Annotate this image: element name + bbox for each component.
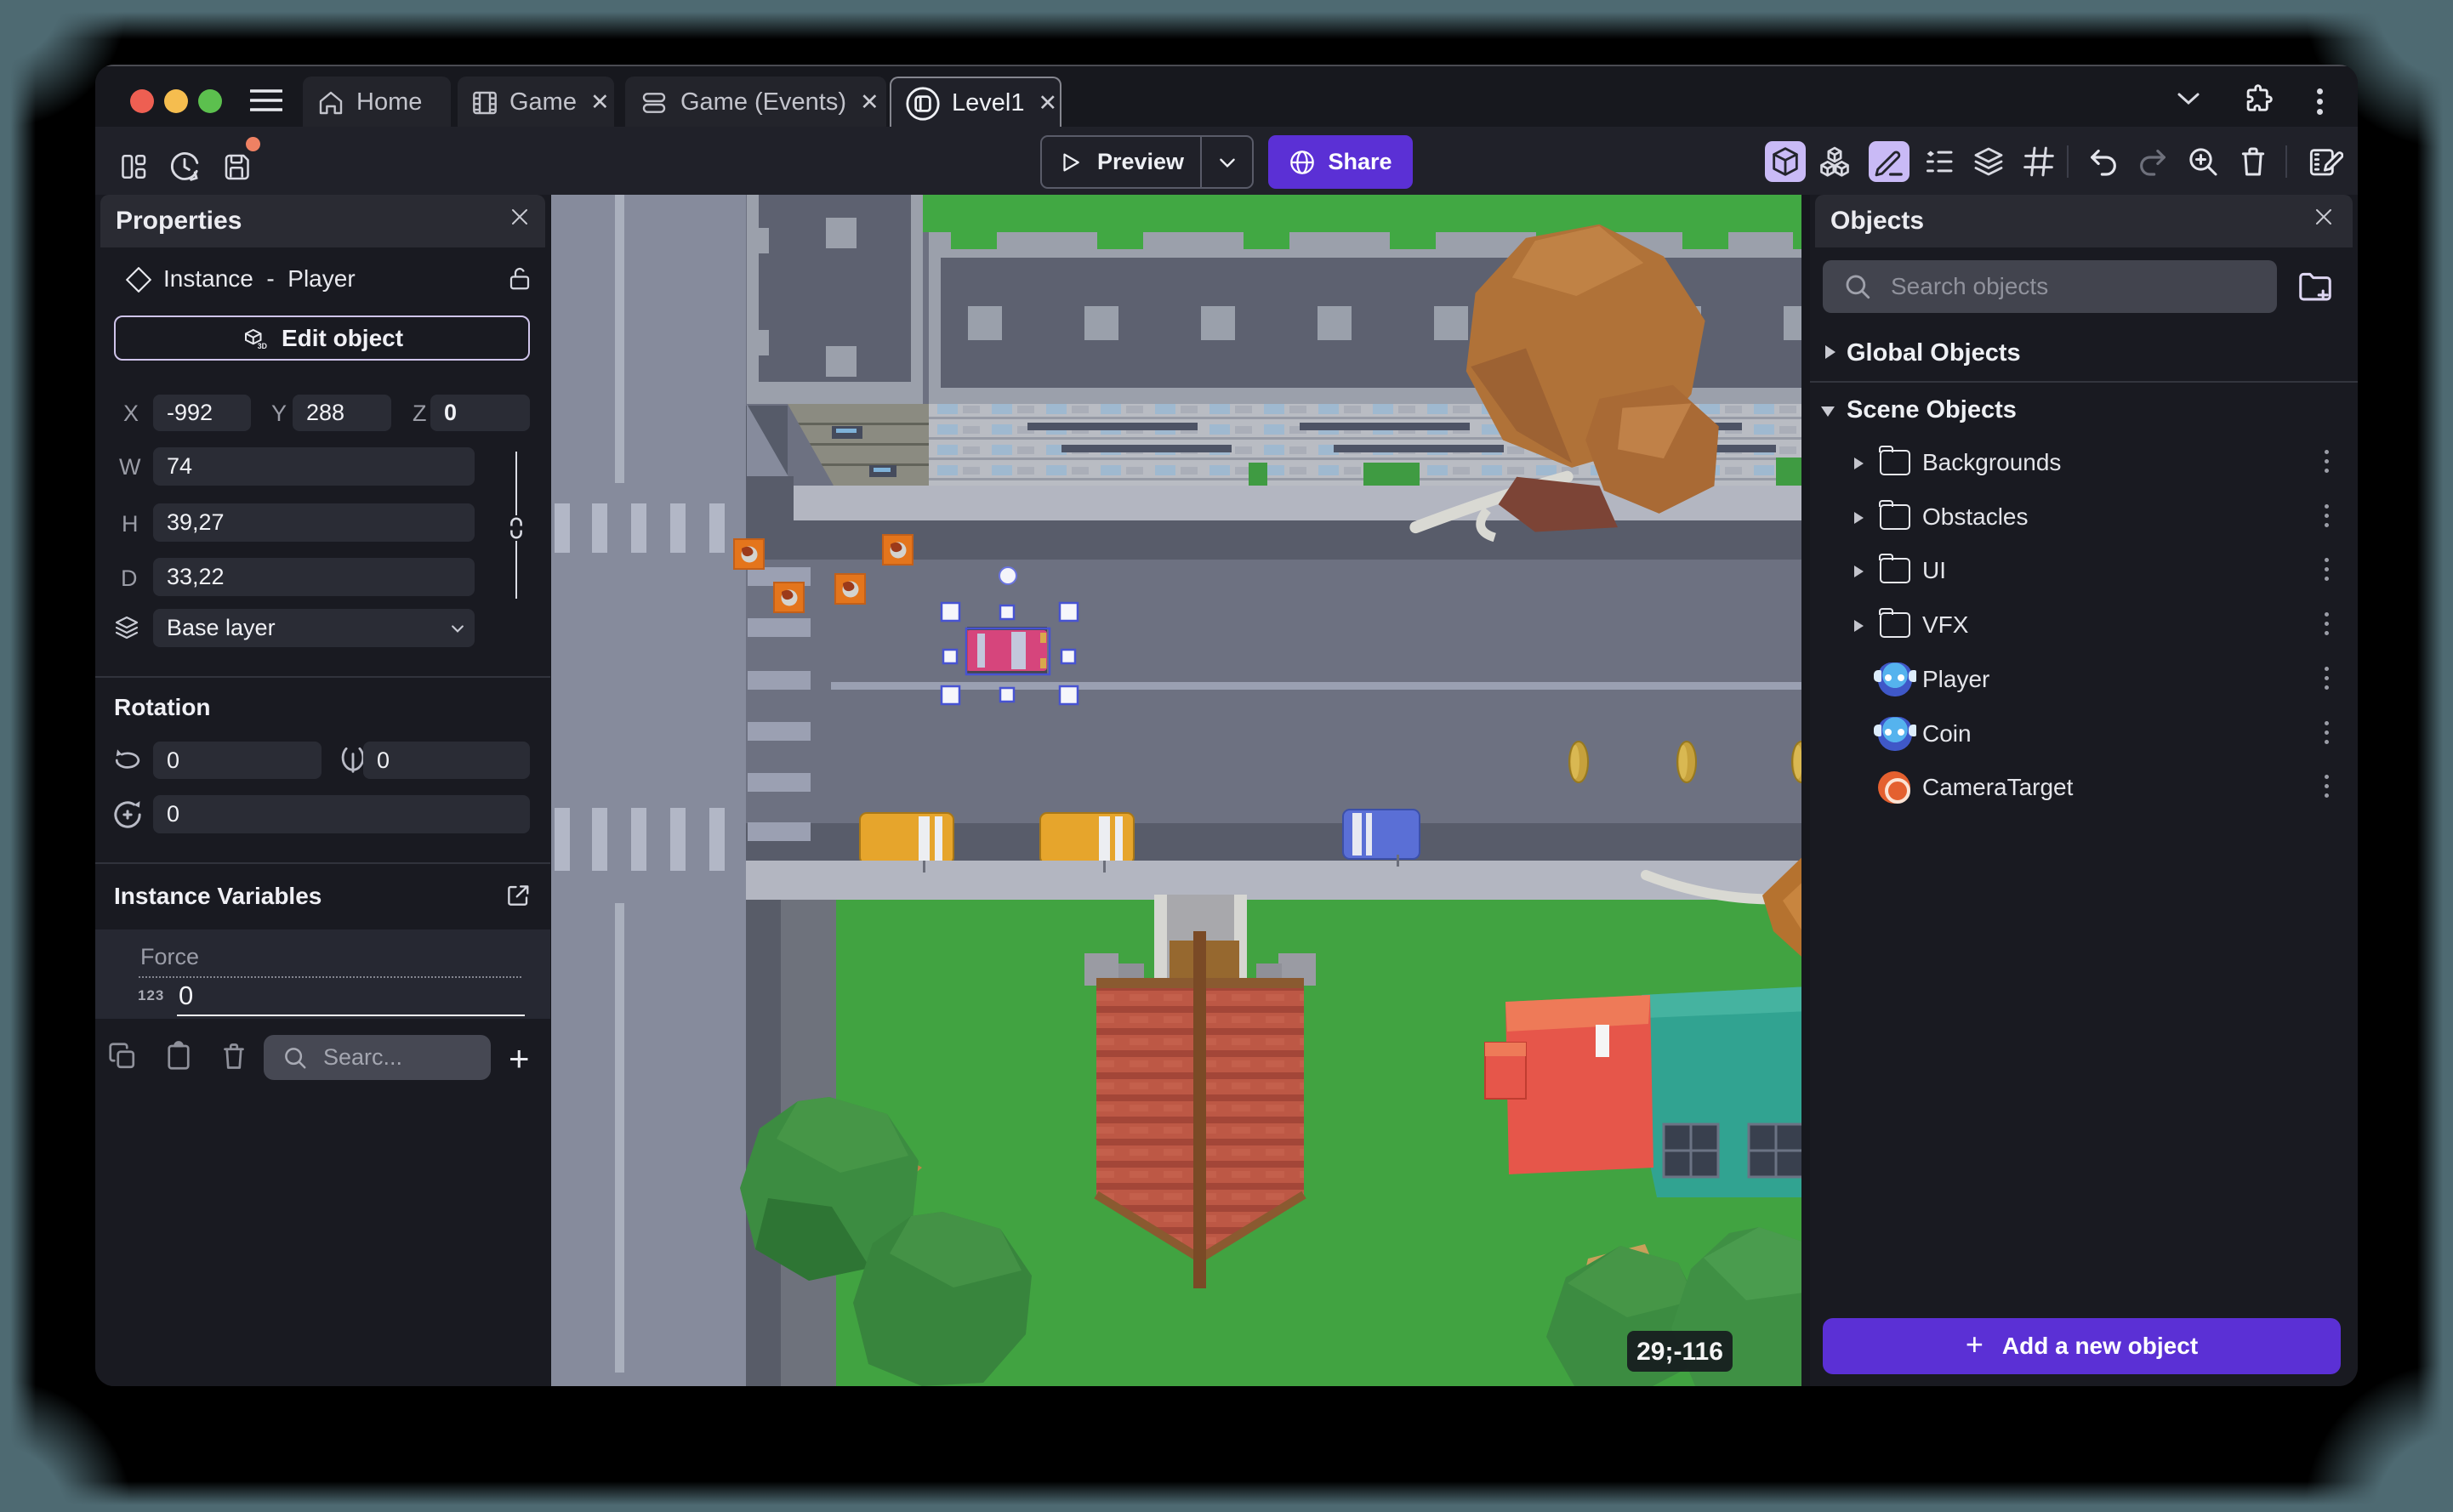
svg-text:3D: 3D [258,341,267,350]
svg-text:29;-116: 29;-116 [1636,1338,1723,1366]
